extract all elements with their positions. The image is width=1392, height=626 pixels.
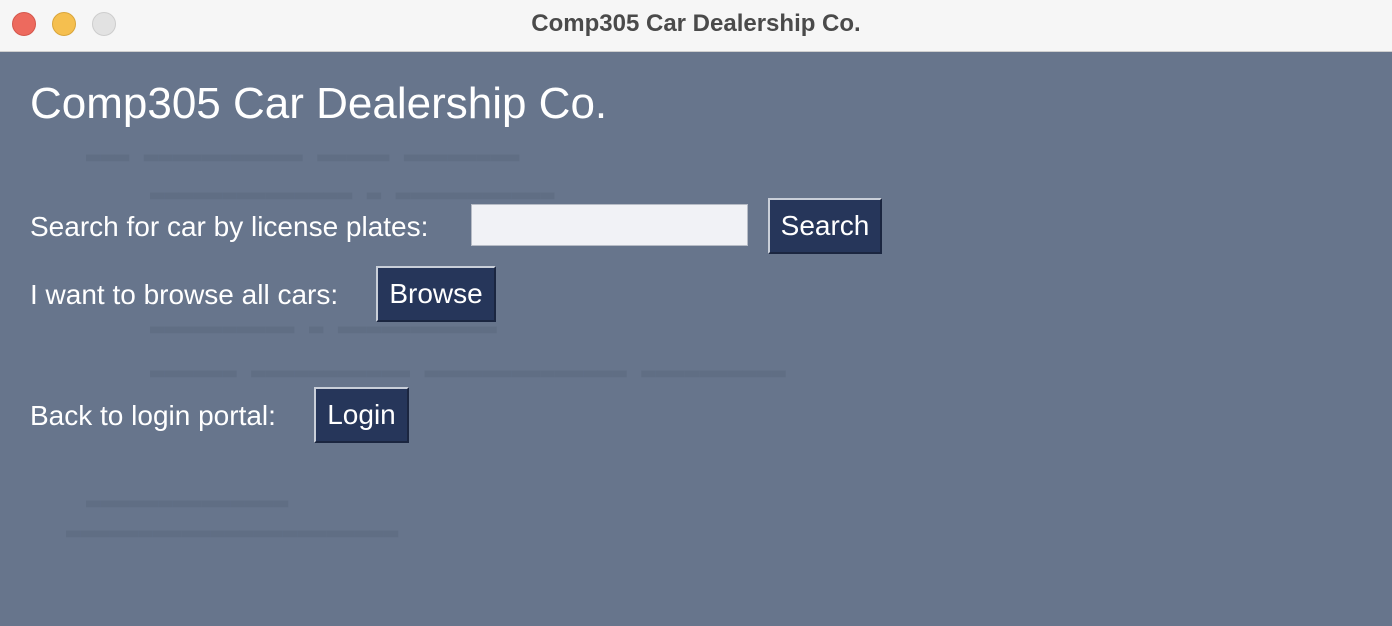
- license-plate-input[interactable]: [471, 204, 748, 246]
- title-bar[interactable]: Comp305 Car Dealership Co.: [0, 0, 1392, 52]
- page-title: Comp305 Car Dealership Co.: [30, 79, 608, 128]
- browse-label: I want to browse all cars:: [30, 279, 339, 310]
- background-ghost-text: ▬▬▬▬▬▬ ▬▬▬▬▬▬▬▬▬▬▬ ▬▬▬▬▬▬▬▬▬▬▬▬▬▬ ▬▬▬▬▬▬…: [150, 358, 786, 386]
- login-label: Back to login portal:: [30, 400, 276, 431]
- background-ghost-text: ▬▬▬▬▬▬▬▬▬▬▬▬▬▬: [86, 488, 289, 516]
- background-ghost-text: ▬▬▬ ▬▬▬▬▬▬▬▬▬▬▬ ▬▬▬▬▬ ▬▬▬▬▬▬▬▬: [86, 142, 520, 170]
- search-label: Search for car by license plates:: [30, 211, 429, 242]
- window-title: Comp305 Car Dealership Co.: [531, 10, 861, 37]
- main-panel: ▬▬▬ ▬▬▬▬▬▬▬▬▬▬▬ ▬▬▬▬▬ ▬▬▬▬▬▬▬▬ ▬▬▬▬▬▬▬▬▬…: [0, 52, 1392, 626]
- app-window: Comp305 Car Dealership Co. ▬▬▬ ▬▬▬▬▬▬▬▬▬…: [0, 0, 1392, 626]
- login-button[interactable]: Login: [314, 387, 409, 443]
- background-ghost-text: ▬▬▬▬▬▬▬▬▬▬▬▬▬▬▬▬▬▬▬▬▬▬▬: [66, 518, 399, 546]
- browse-button[interactable]: Browse: [376, 266, 496, 322]
- search-button[interactable]: Search: [768, 198, 882, 254]
